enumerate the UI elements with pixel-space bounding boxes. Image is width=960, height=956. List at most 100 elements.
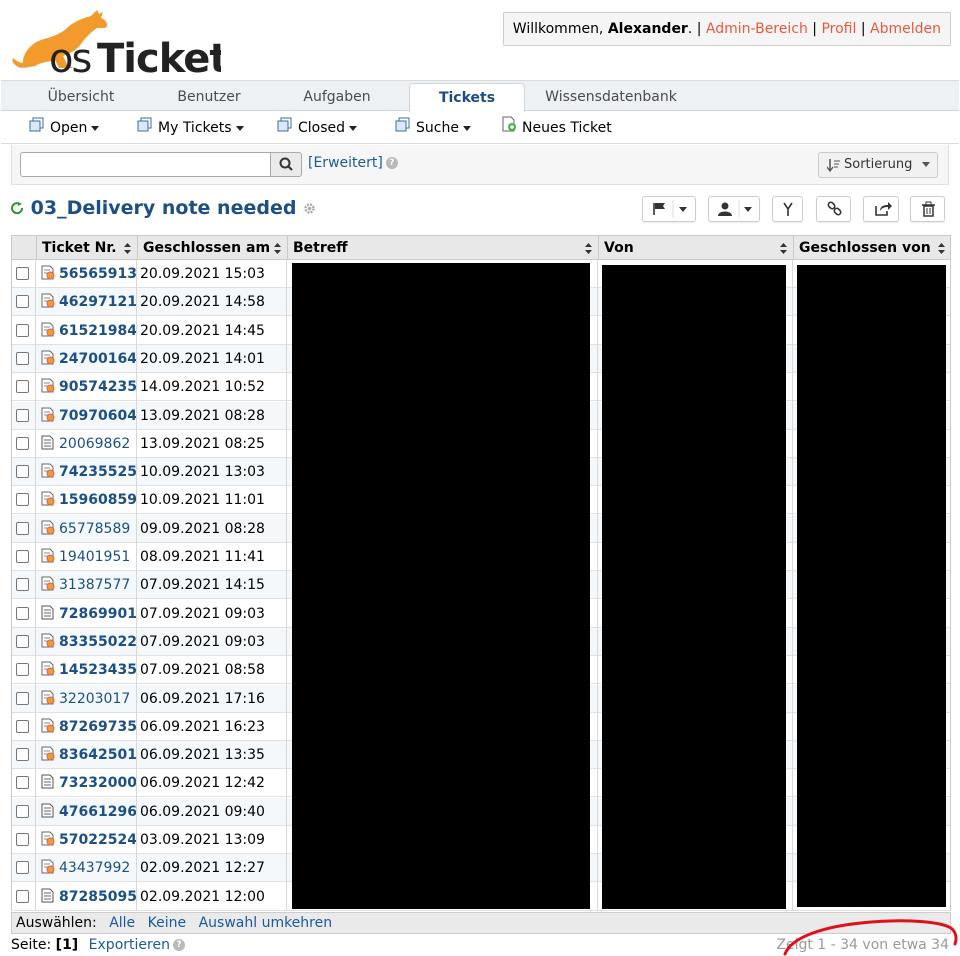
- row-checkbox[interactable]: [16, 351, 29, 365]
- ticket-number-link[interactable]: 83355022: [59, 634, 137, 650]
- merge-button[interactable]: [772, 196, 803, 222]
- web-ticket-icon: [41, 831, 55, 846]
- ticket-number-link[interactable]: 72869901: [59, 606, 137, 622]
- advanced-search[interactable]: [Erweitert]?: [308, 155, 398, 171]
- row-checkbox[interactable]: [16, 267, 29, 280]
- ticket-number-link[interactable]: 47661296: [59, 804, 137, 820]
- profile-link[interactable]: Profil: [821, 21, 856, 37]
- select-all-link[interactable]: Alle: [109, 915, 135, 931]
- row-checkbox[interactable]: [16, 748, 29, 762]
- ticket-number-link[interactable]: 32203017: [59, 691, 130, 707]
- row-checkbox[interactable]: [16, 833, 29, 846]
- ticket-number-link[interactable]: 19401951: [59, 549, 130, 565]
- ticket-number-link[interactable]: 87269735: [59, 719, 137, 735]
- col-subject-label: Betreff: [293, 240, 348, 256]
- transfer-button[interactable]: [863, 196, 899, 222]
- help-icon[interactable]: ?: [385, 157, 398, 169]
- row-checkbox[interactable]: [16, 380, 29, 394]
- row-checkbox[interactable]: [16, 550, 29, 563]
- row-checkbox[interactable]: [16, 861, 29, 875]
- ticket-number-link[interactable]: 90574235: [59, 379, 137, 395]
- logout-link[interactable]: Abmelden: [870, 21, 941, 37]
- ticket-number-link[interactable]: 73232000: [59, 775, 137, 791]
- ticket-number-link[interactable]: 46297121: [59, 294, 137, 310]
- search-button[interactable]: [270, 152, 302, 177]
- ticket-number-link[interactable]: 61521984: [59, 323, 137, 339]
- admin-link[interactable]: Admin-Bereich: [706, 21, 808, 37]
- col-ticket-number[interactable]: Ticket Nr.: [36, 236, 137, 260]
- document-icon: [41, 803, 54, 818]
- row-checkbox[interactable]: [16, 719, 29, 733]
- help-icon[interactable]: ?: [172, 939, 185, 951]
- row-checkbox[interactable]: [16, 578, 29, 592]
- flag-button[interactable]: [642, 196, 696, 222]
- sort-icon: [124, 243, 131, 254]
- ticket-number-link[interactable]: 57022524: [59, 832, 137, 848]
- select-none-link[interactable]: Keine: [148, 915, 186, 931]
- export-link[interactable]: Exportieren: [89, 937, 170, 953]
- advanced-search-label[interactable]: [Erweitert]: [308, 155, 383, 171]
- chevron-down-icon: [922, 162, 931, 167]
- tab-tickets[interactable]: Tickets: [409, 83, 525, 113]
- row-checkbox[interactable]: [16, 408, 29, 422]
- assign-button[interactable]: [708, 196, 760, 222]
- ticket-number-link[interactable]: 83642501: [59, 747, 137, 763]
- ticket-number-cell: 70970604: [41, 402, 137, 430]
- new-ticket-label: Neues Ticket: [522, 120, 612, 136]
- row-checkbox[interactable]: [16, 889, 29, 903]
- ticket-number-link[interactable]: 70970604: [59, 408, 137, 424]
- sort-button[interactable]: Sortierung: [818, 152, 938, 178]
- tab-knowledgebase[interactable]: Wissensdatenbank: [541, 81, 681, 112]
- closed-date: 06.09.2021 17:16: [140, 690, 265, 707]
- ticket-number-link[interactable]: 24700164: [59, 351, 137, 367]
- closed-menu[interactable]: Closed: [277, 112, 358, 144]
- ticket-number-link[interactable]: 20069862: [59, 436, 130, 452]
- closed-date: 07.09.2021 14:15: [140, 577, 265, 594]
- closed-date: 20.09.2021 14:45: [140, 322, 265, 339]
- ticket-number-link[interactable]: 15960859: [59, 492, 137, 508]
- search-menu[interactable]: Suche: [395, 112, 471, 144]
- tab-overview[interactable]: Übersicht: [31, 81, 131, 112]
- ticket-number-link[interactable]: 14523435: [59, 662, 137, 678]
- row-checkbox[interactable]: [16, 521, 29, 535]
- closed-date: 08.09.2021 11:41: [140, 549, 265, 565]
- row-checkbox[interactable]: [16, 606, 29, 620]
- row-checkbox[interactable]: [16, 663, 29, 677]
- ticket-actions: [1, 196, 959, 222]
- row-checkbox[interactable]: [16, 436, 29, 450]
- row-checkbox[interactable]: [16, 323, 29, 337]
- closed-date: 14.09.2021 10:52: [140, 379, 265, 396]
- row-checkbox[interactable]: [16, 691, 29, 705]
- row-checkbox[interactable]: [16, 634, 29, 648]
- col-closed-at[interactable]: Geschlossen am: [137, 236, 287, 260]
- search-input[interactable]: [20, 152, 271, 177]
- queue-icon: [137, 112, 153, 144]
- tab-tasks[interactable]: Aufgaben: [287, 81, 387, 112]
- col-from[interactable]: Von: [598, 236, 793, 260]
- welcome-prefix: Willkommen,: [512, 21, 604, 37]
- open-menu[interactable]: Open: [29, 112, 100, 144]
- col-closed-by[interactable]: Geschlossen von: [793, 236, 951, 260]
- ticket-number-link[interactable]: 65778589: [59, 521, 130, 537]
- ticket-number-link[interactable]: 31387577: [59, 577, 130, 593]
- ticket-number-cell: 87285095: [41, 883, 137, 911]
- ticket-number-link[interactable]: 43437992: [59, 860, 130, 876]
- ticket-number-link[interactable]: 74235525: [59, 464, 137, 480]
- select-invert-link[interactable]: Auswahl umkehren: [199, 915, 333, 931]
- row-checkbox[interactable]: [16, 465, 29, 479]
- my-tickets-menu[interactable]: My Tickets: [137, 112, 244, 144]
- row-checkbox[interactable]: [16, 776, 29, 790]
- new-ticket-link[interactable]: Neues Ticket: [501, 112, 612, 144]
- tab-users[interactable]: Benutzer: [159, 81, 259, 112]
- current-page[interactable]: [1]: [56, 937, 79, 953]
- ticket-number-link[interactable]: 87285095: [59, 889, 137, 905]
- delete-button[interactable]: [910, 196, 945, 222]
- link-button[interactable]: [816, 196, 851, 222]
- ticket-number-link[interactable]: 56565913: [59, 266, 137, 282]
- osticket-logo[interactable]: os Ticket: [11, 4, 229, 82]
- row-checkbox[interactable]: [16, 295, 29, 309]
- col-subject[interactable]: Betreff: [287, 236, 598, 260]
- col-closed-by-label: Geschlossen von: [799, 240, 931, 256]
- row-checkbox[interactable]: [16, 804, 29, 818]
- row-checkbox[interactable]: [16, 493, 29, 507]
